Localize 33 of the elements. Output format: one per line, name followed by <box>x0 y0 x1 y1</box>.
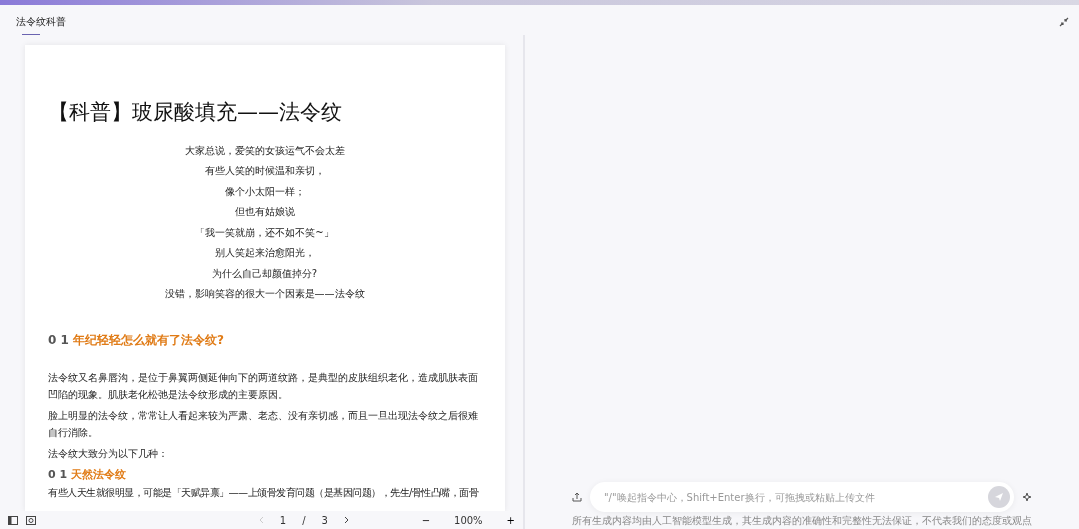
section-number: 0 1 <box>48 467 68 481</box>
collapse-icon[interactable] <box>1059 17 1069 27</box>
section-heading: 年纪轻轻怎么就有了法令纹? <box>72 332 224 347</box>
chat-input-field[interactable]: "/"唤起指令中心，Shift+Enter换行，可拖拽或粘贴上传文件 <box>590 482 1014 512</box>
thumbnail-icon[interactable] <box>26 515 36 525</box>
page-separator: / <box>302 513 306 528</box>
sparkle-icon[interactable] <box>1022 492 1032 502</box>
zoom-level: 100% <box>454 513 483 528</box>
poem-line: 像个小太阳一样； <box>223 184 306 199</box>
next-page-icon[interactable] <box>343 516 350 524</box>
disclaimer-text: 所有生成内容均由人工智能模型生成，其生成内容的准确性和完整性无法保证，不代表我们的态度或观点 <box>572 515 1032 527</box>
paragraph: 有些人天生就很明显，可能是「天赋异禀」——上颌骨发育问题（是基因问题），先生/骨性凸嘴，面骨 <box>48 485 480 500</box>
sidebar-icon[interactable] <box>8 515 18 525</box>
poem-line: 但也有姑娘说 <box>233 205 296 219</box>
zoom-out-button[interactable]: − <box>421 512 430 528</box>
poem-line: 「我一笑就崩，还不如不笑~」 <box>194 225 335 240</box>
send-icon <box>994 492 1004 502</box>
poem-line: 大家总说，爱笑的女孩运气不会太差 <box>183 143 346 158</box>
paragraph: 脸上明显的法令纹，常常让人看起来较为严肃、老态、没有亲切感，而且一旦出现法令纹之后很难自行消除。 <box>48 408 479 440</box>
poem-line: 有些人笑的时候温和亲切， <box>203 164 326 178</box>
upload-icon[interactable] <box>572 492 582 502</box>
document-title: 【科普】玻尿酸填充——法令纹 <box>48 99 343 126</box>
page-number-field[interactable]: 1 <box>279 512 287 528</box>
poem-line: 没错，影响笑容的很大一个因素是——法令纹 <box>163 287 366 301</box>
paragraph: 法令纹又名鼻唇沟，是位于鼻翼两侧延伸向下的两道纹路，是典型的皮肤组织老化，造成肌肤表面凹陷的现象。肌肤老化松弛是法令纹形成的主要原因。 <box>48 370 479 402</box>
poem-line: 别人笑起来治愈阳光， <box>213 246 316 260</box>
section-heading: 天然法令纹 <box>71 467 127 481</box>
poem-line: 为什么自己却颜值掉分? <box>210 266 319 281</box>
paragraph: 法令纹大致分为以下几种： <box>48 446 169 461</box>
tab[interactable]: 法令纹科普 <box>10 13 72 35</box>
page-total: 3 <box>321 513 328 528</box>
zoom-in-button[interactable]: + <box>506 512 515 528</box>
section-number: 0 1 <box>48 332 69 347</box>
